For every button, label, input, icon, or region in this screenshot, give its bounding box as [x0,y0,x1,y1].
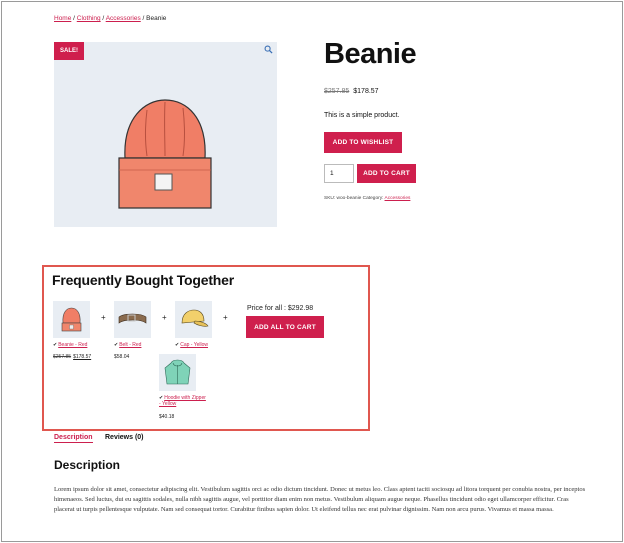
fbt-item-thumb-cap[interactable] [175,301,212,338]
breadcrumb-accessories-link[interactable]: Accessories [106,15,141,22]
fbt-item-link[interactable]: Cap - Yellow [180,342,208,348]
breadcrumb-home-link[interactable]: Home [54,15,71,22]
cap-icon [181,309,209,327]
tab-reviews[interactable]: Reviews (0) [105,434,144,441]
sale-badge: SALE! [54,42,84,60]
checkbox-checked-icon[interactable]: ✔ [53,342,57,348]
plus-sign: + [101,313,106,322]
belt-icon [118,313,147,324]
add-to-cart-button[interactable]: ADD TO CART [357,164,416,183]
fbt-item-price-beanie: $257.85 $178.57 [53,354,91,360]
category-link[interactable]: Accessories [385,196,411,201]
product-title: Beanie [324,38,417,70]
fbt-item-link[interactable]: Belt - Red [119,342,141,348]
product-meta: SKU: woo-beanie Category: Accessories [324,196,410,201]
fbt-item-link[interactable]: Beanie - Red [58,342,87,348]
beanie-image [118,99,212,209]
fbt-item-price-hoodie: $40.18 [159,414,175,420]
beanie-icon [61,307,82,332]
breadcrumb: Home / Clothing / Accessories / Beanie [54,15,166,22]
add-to-wishlist-button[interactable]: ADD TO WISHLIST [324,132,402,153]
fbt-item-label-hoodie[interactable]: ✔Hoodie with Zipper - Yellow [159,395,207,407]
checkbox-checked-icon[interactable]: ✔ [175,342,179,348]
fbt-item-label-cap[interactable]: ✔Cap - Yellow [175,342,208,348]
fbt-item-thumb-belt[interactable] [114,301,151,338]
add-all-to-cart-button[interactable]: ADD ALL TO CART [246,316,324,338]
fbt-item-price-belt: $58.04 [114,354,130,360]
fbt-title: Frequently Bought Together [52,272,234,288]
description-body: Lorem ipsum dolor sit amet, consectetur … [54,486,586,513]
tab-description[interactable]: Description [54,434,93,443]
quantity-input[interactable]: 1 [324,164,354,183]
fbt-item-thumb-hoodie[interactable] [159,354,196,391]
regular-price: $257.85 [53,354,72,360]
description-heading: Description [54,458,121,472]
magnifier-icon[interactable] [264,45,273,54]
checkbox-checked-icon[interactable]: ✔ [114,342,118,348]
sale-price: $178.57 [73,354,92,360]
sale-price: $178.57 [353,88,379,95]
regular-price: $257.85 [324,88,350,95]
breadcrumb-current: Beanie [146,15,167,22]
fbt-item-label-beanie[interactable]: ✔Beanie - Red [53,342,87,348]
product-gallery[interactable]: SALE! [54,42,277,227]
short-description: This is a simple product. [324,112,400,119]
fbt-total-price: Price for all : $292.98 [247,305,314,312]
hoodie-icon [164,359,191,385]
breadcrumb-clothing-link[interactable]: Clothing [77,15,101,22]
sku-category-label: SKU: woo-beanie Category: [324,196,385,201]
fbt-item-label-belt[interactable]: ✔Belt - Red [114,342,141,348]
product-price: $257.85 $178.57 [324,88,379,95]
fbt-item-link[interactable]: Hoodie with Zipper - Yellow [159,395,206,407]
plus-sign: + [162,313,167,322]
fbt-item-thumb-beanie[interactable] [53,301,90,338]
plus-sign: + [223,313,228,322]
